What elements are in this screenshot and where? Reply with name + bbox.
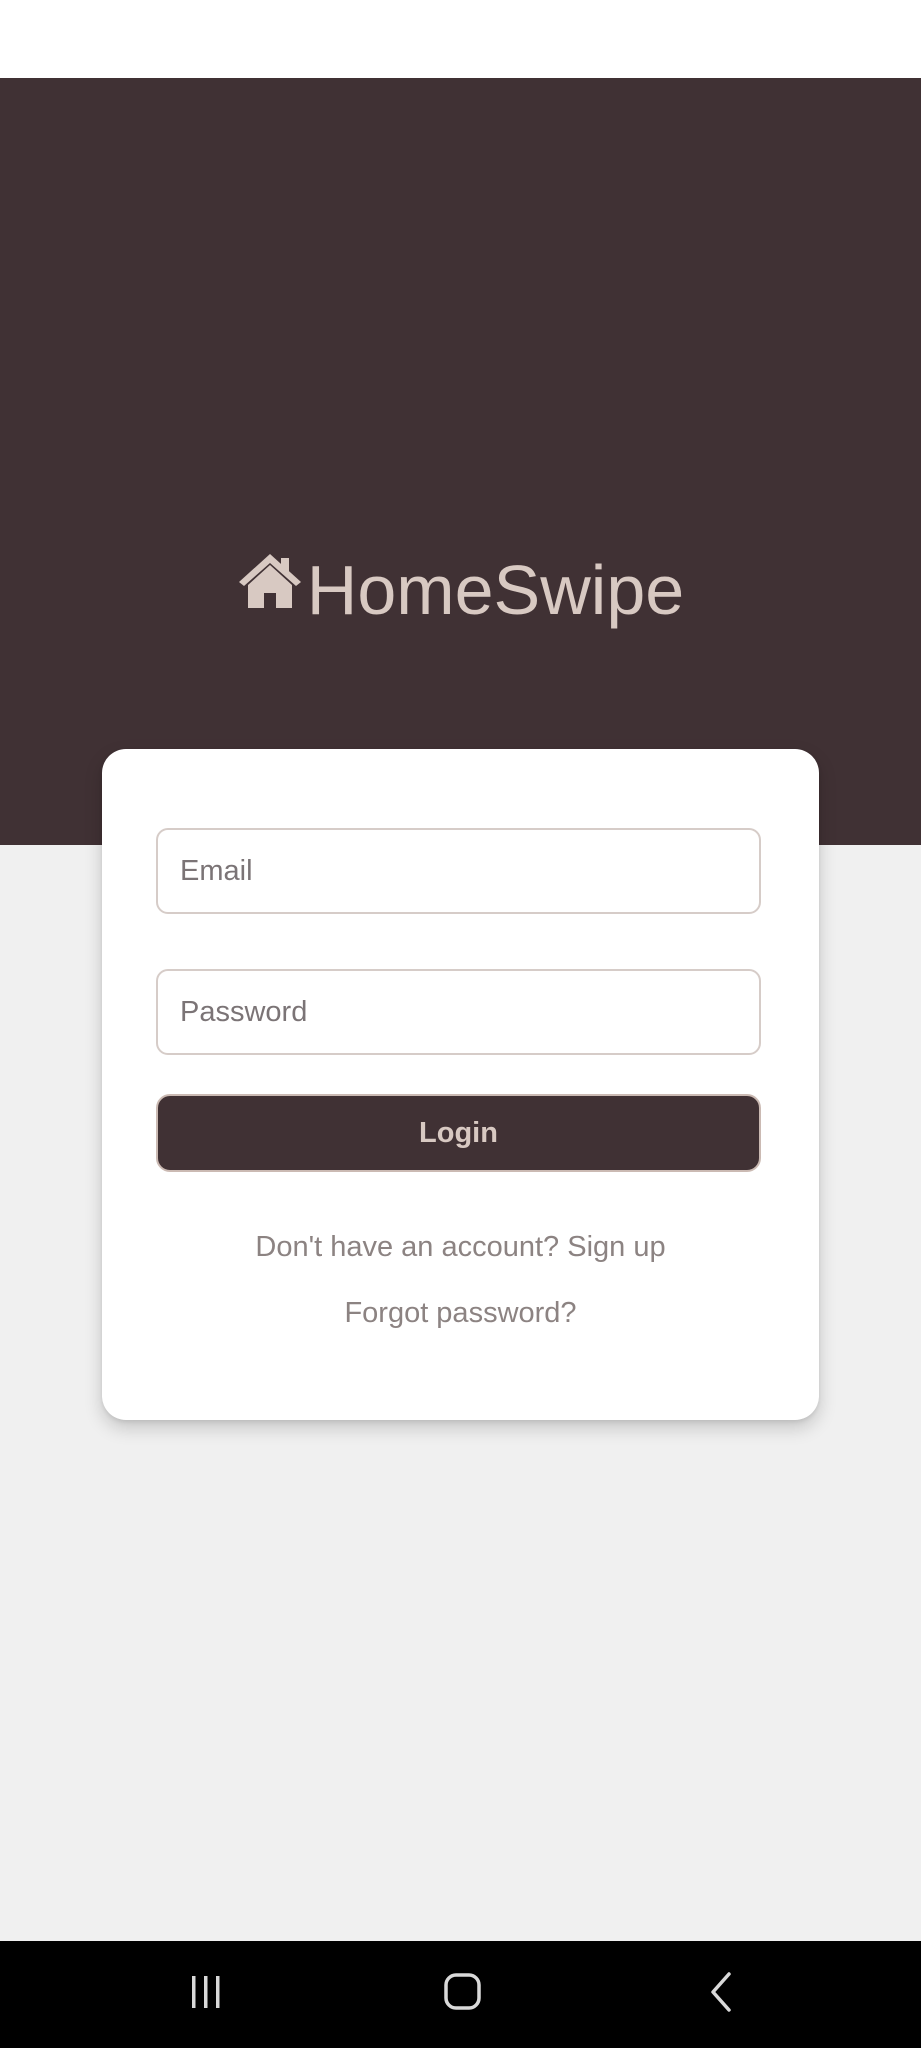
password-field[interactable]	[156, 969, 761, 1055]
hero-banner	[0, 78, 921, 845]
forgot-password-link[interactable]: Forgot password?	[102, 1297, 819, 1330]
signup-link[interactable]: Don't have an account? Sign up	[102, 1231, 819, 1264]
house-icon	[237, 552, 303, 610]
app-logo: HomeSwipe	[0, 540, 921, 640]
email-field[interactable]	[156, 828, 761, 914]
home-button[interactable]	[403, 1941, 523, 2048]
back-icon	[707, 1971, 735, 2018]
login-card: Login Don't have an account? Sign up For…	[102, 749, 819, 1420]
recents-button[interactable]	[146, 1941, 266, 2048]
login-button[interactable]: Login	[156, 1094, 761, 1172]
status-bar	[0, 0, 921, 78]
home-icon	[443, 1972, 483, 2017]
back-button[interactable]	[661, 1941, 781, 2048]
system-navigation-bar	[0, 1941, 921, 2048]
app-name: HomeSwipe	[306, 551, 685, 629]
recents-icon	[186, 1974, 226, 2015]
